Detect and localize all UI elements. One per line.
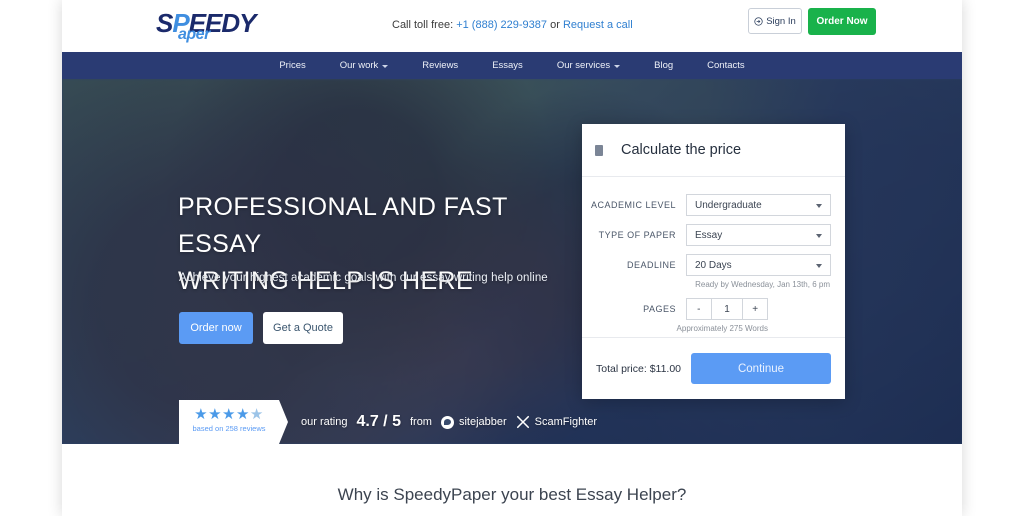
hero-get-a-quote-button[interactable]: Get a Quote xyxy=(263,312,343,344)
nav-item-prices[interactable]: Prices xyxy=(262,60,322,71)
type-of-paper-label: TYPE OF PAPER xyxy=(598,230,676,240)
scamfighter-badge[interactable]: ScamFighter xyxy=(516,415,597,429)
sign-in-button[interactable]: Sign In xyxy=(748,8,802,34)
calculator-header: Calculate the price xyxy=(582,124,845,177)
pages-increment-button[interactable]: + xyxy=(743,299,767,319)
reviews-count-label: based on 258 reviews xyxy=(192,424,266,433)
crossed-swords-icon xyxy=(516,415,530,429)
chevron-down-icon xyxy=(816,264,822,268)
stars-box: ★★★★★ based on 258 reviews xyxy=(179,400,288,444)
type-of-paper-select[interactable]: Essay xyxy=(686,224,831,246)
star-half: ★ xyxy=(249,406,264,423)
chevron-down-icon xyxy=(614,64,621,68)
hero-cta-group: Order now Get a Quote xyxy=(179,312,343,344)
continue-button[interactable]: Continue xyxy=(691,353,831,384)
document-icon xyxy=(595,144,603,156)
nav-label: Contacts xyxy=(707,60,745,71)
top-bar: SPEEDY aper Call toll free: +1 (888) 229… xyxy=(62,0,962,52)
academic-level-value: Undergraduate xyxy=(695,199,762,211)
nav-item-our-services[interactable]: Our services xyxy=(540,60,637,71)
nav-item-our-work[interactable]: Our work xyxy=(323,60,406,71)
chevron-down-icon xyxy=(816,234,822,238)
main-navigation: Prices Our work Reviews Essays Our servi… xyxy=(62,52,962,79)
or-label: or xyxy=(550,19,560,31)
academic-level-row: ACADEMIC LEVEL Undergraduate xyxy=(582,194,831,216)
academic-level-label: ACADEMIC LEVEL xyxy=(590,200,676,210)
call-toll-free-label: Call toll free: xyxy=(392,19,454,31)
nav-item-essays[interactable]: Essays xyxy=(475,60,540,71)
price-calculator-panel: Calculate the price ACADEMIC LEVEL Under… xyxy=(582,124,845,399)
nav-label: Essays xyxy=(492,60,523,71)
contact-info: Call toll free: +1 (888) 229-9387 or Req… xyxy=(392,19,633,31)
nav-label: Blog xyxy=(654,60,674,71)
nav-label: Our work xyxy=(339,60,379,71)
pages-value[interactable]: 1 xyxy=(710,299,744,319)
hero-headline-line-1: PROFESSIONAL AND FAST ESSAY xyxy=(178,193,508,258)
calculator-title: Calculate the price xyxy=(621,142,742,158)
nav-label: Reviews xyxy=(422,60,459,71)
request-a-call-link[interactable]: Request a call xyxy=(563,19,633,31)
login-arrow-icon xyxy=(754,16,763,26)
deadline-hint: Ready by Wednesday, Jan 13th, 6 pm xyxy=(695,280,830,289)
nav-item-blog[interactable]: Blog xyxy=(637,60,690,71)
pages-stepper: - 1 + xyxy=(686,298,768,320)
scamfighter-label: ScamFighter xyxy=(534,416,598,428)
pages-decrement-button[interactable]: - xyxy=(687,299,711,319)
pages-label: PAGES xyxy=(643,304,676,314)
chevron-down-icon xyxy=(816,204,822,208)
type-of-paper-row: TYPE OF PAPER Essay xyxy=(582,224,831,246)
hero-section: PROFESSIONAL AND FAST ESSAY WRITING HELP… xyxy=(62,79,962,444)
rating-details: our rating 4.7 / 5 from sitejabber ScamF… xyxy=(301,413,597,431)
nav-item-contacts[interactable]: Contacts xyxy=(690,60,762,71)
nav-label: Prices xyxy=(279,60,306,71)
phone-link[interactable]: +1 (888) 229-9387 xyxy=(456,19,547,31)
why-section: Why is SpeedyPaper your best Essay Helpe… xyxy=(62,444,962,516)
pages-row: PAGES - 1 + xyxy=(582,298,831,320)
star-rating-icons: ★★★★★ xyxy=(179,405,279,423)
calculator-form: ACADEMIC LEVEL Undergraduate TYPE OF PAP… xyxy=(582,177,845,333)
academic-level-select[interactable]: Undergraduate xyxy=(686,194,831,216)
deadline-select[interactable]: 20 Days xyxy=(686,254,831,276)
from-label: from xyxy=(409,416,432,428)
type-of-paper-value: Essay xyxy=(695,229,723,241)
sign-in-label: Sign In xyxy=(766,15,796,27)
calculator-footer: Total price: $11.00 Continue xyxy=(582,337,845,399)
deadline-row: DEADLINE 20 Days xyxy=(582,254,831,276)
logo-s: S xyxy=(156,8,173,38)
nav-label: Our services xyxy=(556,60,611,71)
rating-strip: ★★★★★ based on 258 reviews our rating 4.… xyxy=(179,400,597,444)
hero-subtitle: Achieve your highest academic goals with… xyxy=(179,272,548,284)
hero-order-now-button[interactable]: Order now xyxy=(179,312,253,344)
our-rating-label: our rating xyxy=(301,416,348,428)
deadline-value: 20 Days xyxy=(695,259,732,271)
pages-hint: Approximately 275 Words xyxy=(676,324,768,333)
deadline-label: DEADLINE xyxy=(626,260,676,270)
chevron-down-icon xyxy=(382,64,389,68)
why-section-heading: Why is SpeedyPaper your best Essay Helpe… xyxy=(337,485,687,504)
total-price: Total price: $11.00 xyxy=(596,362,682,375)
nav-item-reviews[interactable]: Reviews xyxy=(405,60,475,71)
order-now-button[interactable]: Order Now xyxy=(808,8,876,35)
stars-filled: ★★★★ xyxy=(194,406,250,423)
rating-score: 4.7 / 5 xyxy=(356,413,401,430)
page-canvas: SPEEDY aper Call toll free: +1 (888) 229… xyxy=(62,0,962,516)
sitejabber-label: sitejabber xyxy=(458,416,507,428)
site-logo[interactable]: SPEEDY aper xyxy=(156,10,264,44)
speech-bubble-icon xyxy=(440,415,454,429)
logo-line-2: aper xyxy=(178,26,210,43)
sitejabber-badge[interactable]: sitejabber xyxy=(440,415,507,429)
